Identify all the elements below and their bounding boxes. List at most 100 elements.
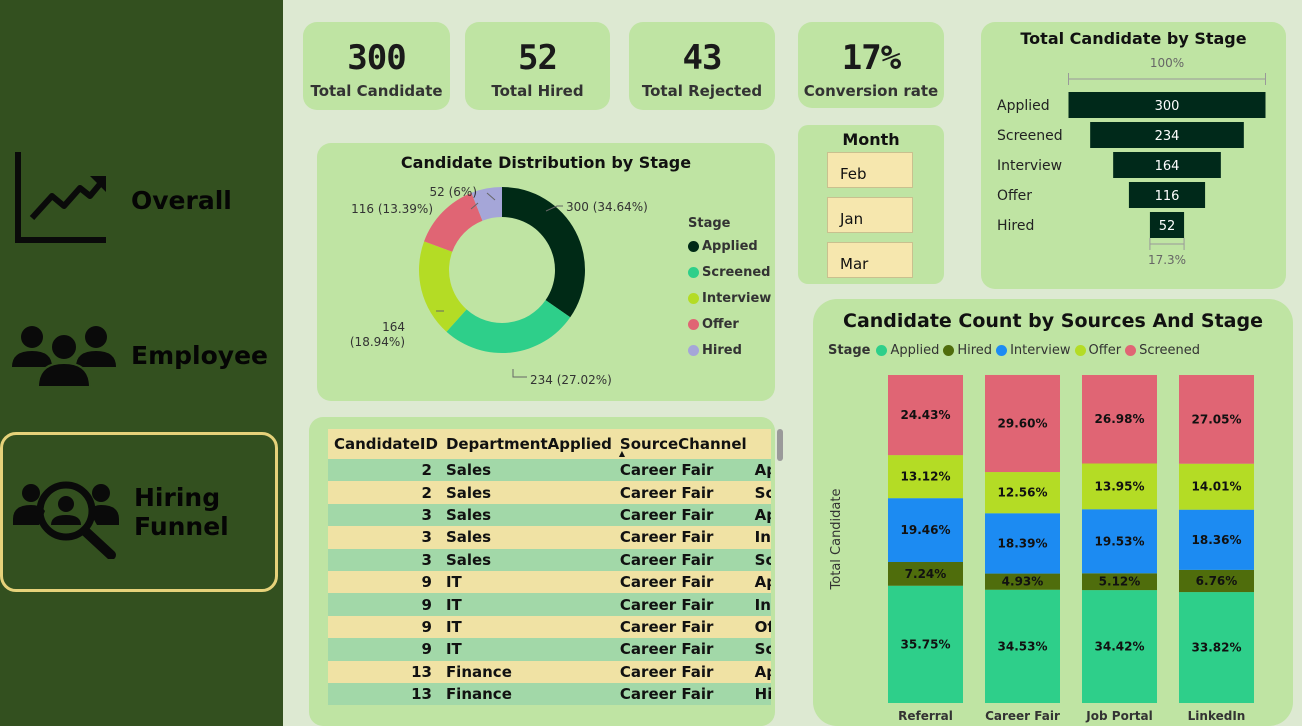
- bar-data-label: 7.24%: [905, 567, 947, 581]
- table-row[interactable]: 9 IT Career Fair Interview: [328, 593, 771, 616]
- funnel-bar-value: 164: [1155, 159, 1180, 174]
- kpi-conversion-rate: 17% Conversion rate: [798, 22, 944, 108]
- legend-dot: [688, 240, 699, 252]
- bar-data-label: 24.43%: [901, 408, 951, 422]
- cell-stage: Interview: [754, 528, 771, 547]
- nav-employee[interactable]: Employee: [0, 275, 278, 435]
- cell-department: IT: [445, 640, 462, 659]
- month-option-mar[interactable]: Mar: [827, 242, 913, 278]
- kpi-total-hired: 52 Total Hired: [465, 22, 610, 110]
- legend-label: Screened: [702, 264, 771, 280]
- cell-department: IT: [445, 573, 462, 592]
- funnel-stage-label: Screened: [997, 128, 1063, 144]
- month-slicer: Month Feb Jan Mar: [798, 125, 944, 284]
- col-stage[interactable]: Stage: [751, 429, 771, 459]
- table-row[interactable]: 2 Sales Career Fair Screened: [328, 481, 771, 504]
- donut-legend-item[interactable]: Offer: [688, 311, 771, 337]
- cell-department: Sales: [445, 505, 492, 524]
- bar-data-label: 13.95%: [1095, 479, 1145, 493]
- bar-data-label: 13.12%: [901, 470, 951, 484]
- cell-candidateid: 3: [421, 528, 432, 547]
- kpi-value: 17%: [841, 38, 901, 78]
- bar-data-label: 18.39%: [998, 536, 1048, 550]
- table-row[interactable]: 9 IT Career Fair Offer: [328, 615, 771, 639]
- table-row[interactable]: 13 Finance Career Fair Hired: [328, 682, 771, 706]
- month-option-feb[interactable]: Feb: [827, 152, 913, 188]
- col-candidateid[interactable]: CandidateID: [328, 429, 442, 459]
- cell-stage: Screened: [754, 640, 771, 659]
- table-row[interactable]: 2 Sales Career Fair Applied: [328, 459, 771, 482]
- month-slicer-title: Month: [842, 130, 900, 149]
- cell-source: Career Fair: [619, 662, 714, 681]
- cell-source: Career Fair: [619, 550, 714, 569]
- cell-candidateid: 2: [421, 483, 432, 502]
- donut-legend-item[interactable]: Screened: [688, 259, 771, 285]
- y-axis-label: Total Candidate: [829, 489, 844, 591]
- cell-stage: Screened: [754, 550, 771, 569]
- kpi-total-rejected: 43 Total Rejected: [629, 22, 775, 110]
- table-scrollbar[interactable]: [777, 429, 783, 461]
- nav-hiring-funnel[interactable]: Hiring Funnel: [0, 432, 278, 592]
- legend-label: Applied: [702, 238, 758, 254]
- month-option-jan[interactable]: Jan: [827, 197, 913, 233]
- nav-hiring-funnel-label: Hiring Funnel: [134, 483, 229, 541]
- x-tick-label: LinkedIn: [1188, 709, 1246, 723]
- legend-label: Offer: [702, 316, 739, 332]
- sort-ascending-icon: ▲: [618, 449, 626, 458]
- bar-data-label: 34.42%: [1095, 640, 1145, 654]
- cell-stage: Applied: [754, 573, 771, 592]
- candidate-table: CandidateID DepartmentApplied SourceChan…: [328, 429, 771, 706]
- bar-data-label: 12.56%: [998, 486, 1048, 500]
- bar-data-label: 5.12%: [1099, 575, 1141, 589]
- donut-label-interview-pct: (18.94%): [350, 335, 405, 349]
- table-row[interactable]: 13 Finance Career Fair Applied: [328, 660, 771, 683]
- donut-legend-item[interactable]: Interview: [688, 285, 771, 311]
- bar-data-label: 18.36%: [1192, 533, 1242, 547]
- source-stage-card: Candidate Count by Sources And Stage Sta…: [813, 299, 1293, 726]
- cell-department: Sales: [445, 528, 492, 547]
- donut-legend-item[interactable]: Applied: [688, 233, 771, 259]
- table-row[interactable]: 9 IT Career Fair Applied: [328, 570, 771, 594]
- nav-overall-label: Overall: [131, 185, 232, 215]
- funnel-bar-value: 300: [1155, 99, 1180, 114]
- funnel-stage-label: Offer: [997, 188, 1032, 204]
- kpi-value: 43: [682, 38, 723, 78]
- table-row[interactable]: 9 IT Career Fair Screened: [328, 638, 771, 661]
- cell-department: Sales: [445, 483, 492, 502]
- stacked-bar-chart: Total Candidate 35.75% 7.24% 19.46% 13.12% 24…: [829, 374, 1254, 723]
- cell-stage: Offer: [754, 617, 771, 636]
- kpi-value: 52: [518, 38, 558, 78]
- donut-label-interview: 164: [382, 320, 405, 334]
- cell-candidateid: 9: [421, 595, 432, 614]
- bar-data-label: 29.60%: [998, 417, 1048, 431]
- col-sourcechannel[interactable]: SourceChannel ▲: [616, 429, 751, 459]
- table-row[interactable]: 3 Sales Career Fair Screened: [328, 548, 771, 571]
- col-sourcechannel-label: SourceChannel: [619, 435, 747, 453]
- kpi-value: 300: [347, 38, 406, 78]
- cell-candidateid: 3: [421, 550, 432, 569]
- nav-employee-label: Employee: [131, 340, 268, 370]
- bar-data-label: 26.98%: [1095, 412, 1145, 426]
- donut-legend-item[interactable]: Hired: [688, 337, 771, 363]
- cell-stage: Interview: [754, 595, 771, 614]
- col-departmentapplied[interactable]: DepartmentApplied: [442, 429, 616, 459]
- bar-data-label: 35.75%: [901, 637, 951, 651]
- x-tick-label: Job Portal: [1085, 709, 1152, 723]
- kpi-label: Conversion rate: [803, 82, 939, 100]
- funnel-bottom-pct: 17.3%: [1148, 253, 1186, 267]
- legend-dot: [688, 318, 699, 330]
- cell-source: Career Fair: [619, 528, 714, 547]
- legend-label: Interview: [702, 290, 772, 306]
- table-row[interactable]: 3 Sales Career Fair Applied: [328, 503, 771, 527]
- table-row[interactable]: 3 Sales Career Fair Interview: [328, 526, 771, 549]
- bar-data-label: 6.76%: [1196, 574, 1238, 588]
- donut-label-hired: 52 (6%): [430, 185, 477, 199]
- bar-data-label: 27.05%: [1192, 412, 1242, 426]
- people-group-icon: [12, 326, 116, 388]
- cell-stage: Screened: [754, 483, 771, 502]
- bar-data-label: 19.53%: [1095, 534, 1145, 548]
- cell-stage: Applied: [754, 505, 771, 524]
- cell-candidateid: 9: [421, 640, 432, 659]
- funnel-card: Total Candidate by Stage 100% 300 Applied 2…: [981, 22, 1286, 289]
- nav-overall[interactable]: Overall: [0, 120, 278, 280]
